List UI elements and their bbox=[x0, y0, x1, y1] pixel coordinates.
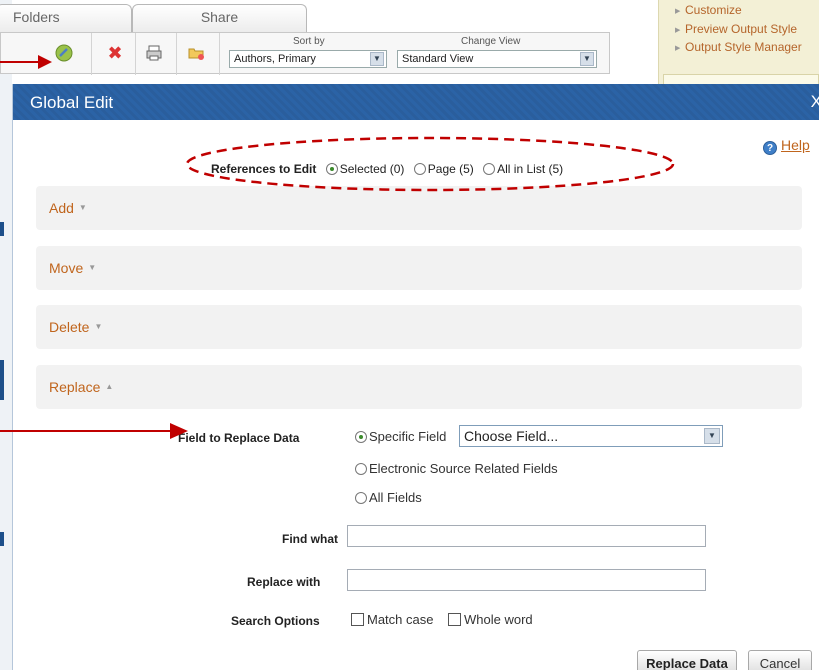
screenshot: Folders Share ✖ Sort by Authors, Primary… bbox=[0, 0, 819, 670]
annotation-overlay bbox=[0, 55, 675, 439]
annotation-ellipse bbox=[185, 136, 675, 192]
annotation-arrowhead bbox=[170, 423, 188, 439]
annotation-arrowhead bbox=[38, 55, 52, 69]
